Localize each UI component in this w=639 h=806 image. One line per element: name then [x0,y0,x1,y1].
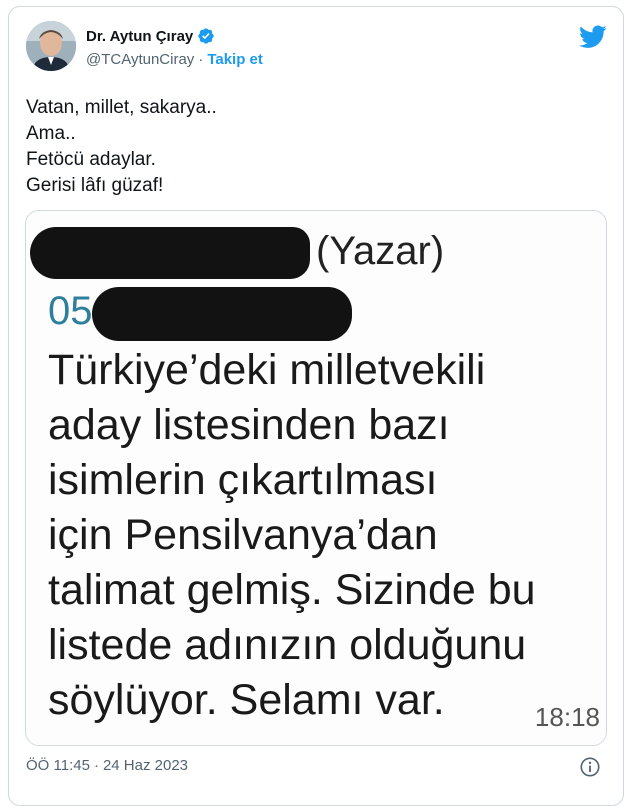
message-screenshot: (Yazar) 05 Türkiye’deki milletvekili ada… [26,211,606,745]
redaction-mark-name [30,227,310,279]
twitter-bird-icon[interactable] [579,25,607,49]
message-author-suffix: (Yazar) [316,229,445,273]
tweet-media[interactable]: (Yazar) 05 Türkiye’deki milletvekili ada… [25,210,607,746]
verified-badge-icon [197,27,215,45]
tweet-timestamp[interactable]: ÖÖ 11:45 · 24 Haz 2023 [26,757,188,774]
separator-dot: · [198,51,204,68]
tweet-time: ÖÖ 11:45 [26,757,90,774]
redaction-mark-phone [92,287,352,341]
tweet-card: Dr. Aytun Çıray @TCAytunCiray · Takip et… [8,6,624,806]
follow-button[interactable]: Takip et [207,51,263,68]
message-phone-prefix: 05 [48,289,93,333]
tweet-date: 24 Haz 2023 [102,757,189,774]
avatar-image [26,21,76,71]
handle-row: @TCAytunCiray · Takip et [86,51,263,68]
tweet-text: Vatan, millet, sakarya.. Ama.. Fetöcü ad… [26,97,217,196]
info-icon[interactable] [579,756,601,778]
message-time: 18:18 [534,702,600,732]
message-body: Türkiye’deki milletvekili aday listesind… [48,346,536,724]
user-handle[interactable]: @TCAytunCiray [86,51,194,68]
avatar[interactable] [26,21,76,71]
author-name-row: Dr. Aytun Çıray [86,27,215,45]
timestamp-separator: · [93,757,99,774]
display-name[interactable]: Dr. Aytun Çıray [86,28,193,45]
